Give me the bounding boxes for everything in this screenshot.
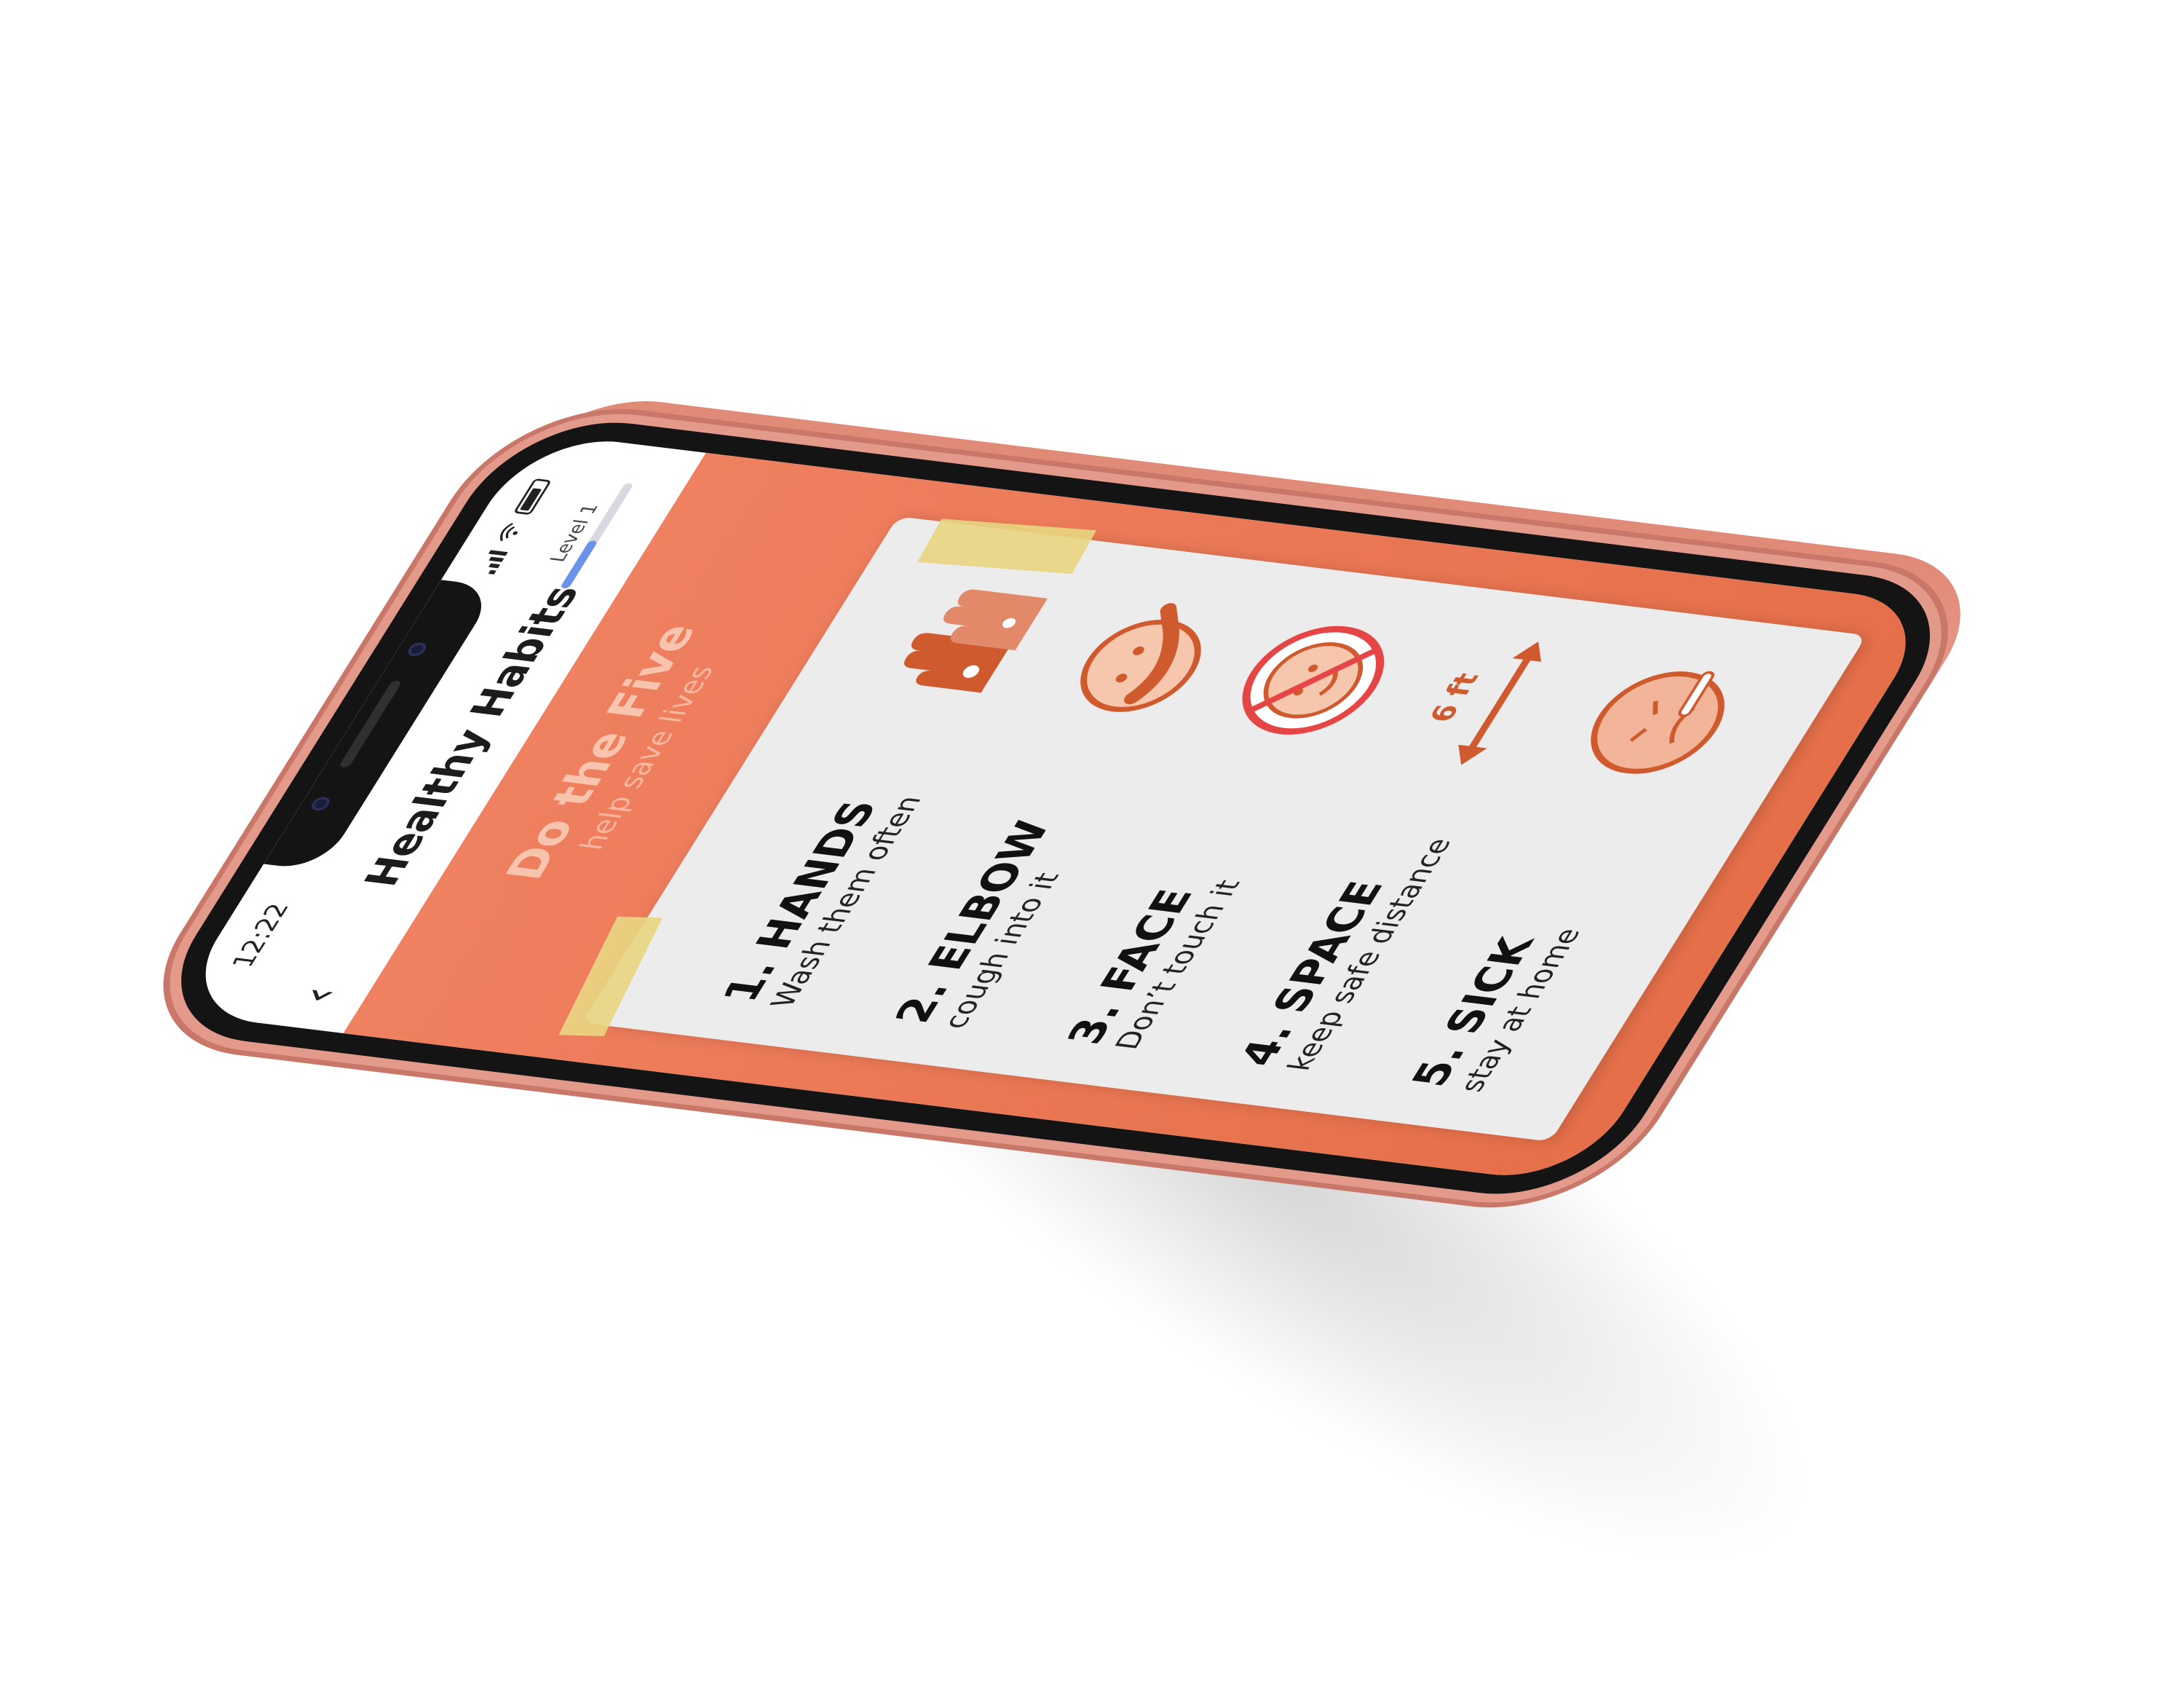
distance-label: 6 ft [1423,671,1487,724]
scene: 12:22 ‹ Healthy Habits Level 1 Do the Fi… [0,0,2184,1693]
sensor-icon [405,642,430,658]
habits-list: 1. HANDS Wash them often 2. ELBOW cough … [654,548,1822,1113]
speaker-grille [338,680,403,768]
battery-icon [513,478,553,516]
habits-card: 1. HANDS Wash them often 2. ELBOW cough … [558,516,1867,1142]
front-camera-icon [308,796,333,812]
list-item-text: 5. SICK stay at home [1401,920,1588,1094]
tape-strip [558,916,663,1037]
wifi-icon [499,522,518,542]
signal-icon [475,550,508,575]
